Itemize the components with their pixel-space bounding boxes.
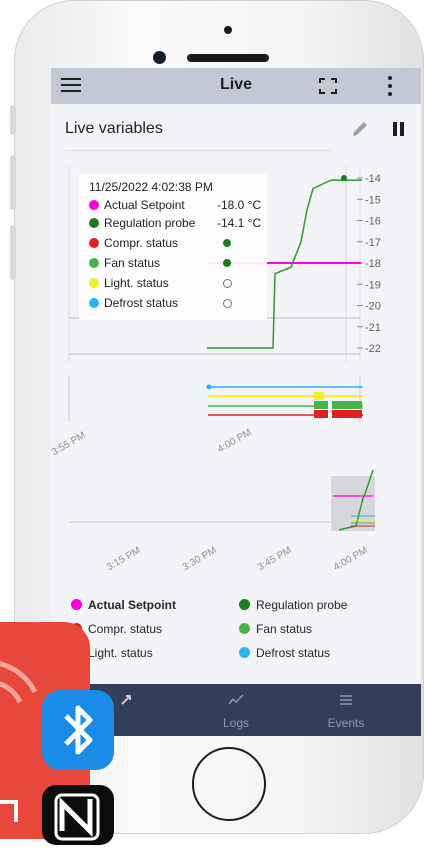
y-tick-label: -14 [365,173,381,185]
y-tick-label: -20 [365,301,381,313]
section-title: Live variables [65,120,163,137]
overview-navigator [69,469,376,531]
app-screen: Live Live variables -14 -15 -16 -17 -18 -19 -2… [51,68,421,736]
home-button[interactable] [192,747,266,821]
proximity-sensor [224,26,232,34]
pause-icon[interactable] [393,122,405,136]
light-status-block [314,392,324,400]
bluetooth-icon [42,690,114,770]
volume-down-button [10,225,16,280]
y-tick-label: -21 [365,322,381,334]
detail-x-tick-1: 4:00 PM [216,427,254,455]
tooltip-row: Light. status [89,276,265,294]
mute-switch [10,105,16,135]
volume-up-button [10,155,16,210]
tooltip-label: Fan status [104,256,161,270]
tooltip-row: Fan status [89,256,265,274]
edit-icon[interactable] [351,120,369,138]
tooltip-label: Light. status [104,276,169,290]
overview-x-tick-0: 3:15 PM [105,545,143,573]
logs-icon [228,694,244,705]
status-gap [328,401,332,418]
tooltip-value: -14.1 °C [217,216,262,230]
tooltip-row: Actual Setpoint -18.0 °C [89,198,265,216]
status-on-indicator [223,239,231,247]
status-off-indicator [223,279,232,288]
chart-legend: Actual Setpoint Regulation probe Compr. … [51,596,421,666]
more-options-icon[interactable] [387,76,393,98]
tooltip-label: Defrost status [104,296,179,310]
chart-tooltip: 11/25/2022 4:02:38 PM Actual Setpoint -1… [79,174,267,320]
tab-logs[interactable]: Logs [181,684,291,736]
y-tick-label: -18 [365,258,381,270]
y-tick-label: -15 [365,194,381,206]
defrost-status-marker [206,384,212,390]
fan-status-block [314,401,362,409]
live-icon [121,695,131,705]
status-off-indicator [223,299,232,308]
tooltip-value: -18.0 °C [217,198,262,212]
section-divider [65,150,331,151]
earpiece-speaker [187,54,269,62]
probe-point-marker [341,175,347,181]
tooltip-label: Compr. status [104,236,179,250]
status-on-indicator [223,259,231,267]
compr-status-block [314,410,362,418]
y-tick-label: -19 [365,279,381,291]
front-camera [153,51,166,64]
tab-events[interactable]: Events [291,684,401,736]
events-icon [340,695,352,705]
overview-x-tick-2: 3:45 PM [256,545,294,573]
tooltip-label: Actual Setpoint [104,198,185,212]
tooltip-row: Regulation probe -14.1 °C [89,216,265,234]
tooltip-row: Compr. status [89,236,265,254]
detail-x-tick-0: 3:55 PM [51,430,88,458]
nfc-icon [42,785,114,845]
overview-x-tick-1: 3:30 PM [181,545,219,573]
app-title: Live [219,76,252,93]
app-bar: Live [51,68,421,104]
tooltip-time: 11/25/2022 4:02:38 PM [89,180,213,194]
tooltip-label: Regulation probe [104,216,196,230]
overview-x-tick-3: 4:00 PM [332,545,370,573]
fullscreen-icon[interactable] [319,78,337,94]
tooltip-row: Defrost status [89,296,265,314]
y-tick-label: -16 [365,216,381,228]
y-tick-label: -17 [365,237,381,249]
status-strip [68,376,363,422]
y-tick-label: -22 [365,343,381,355]
